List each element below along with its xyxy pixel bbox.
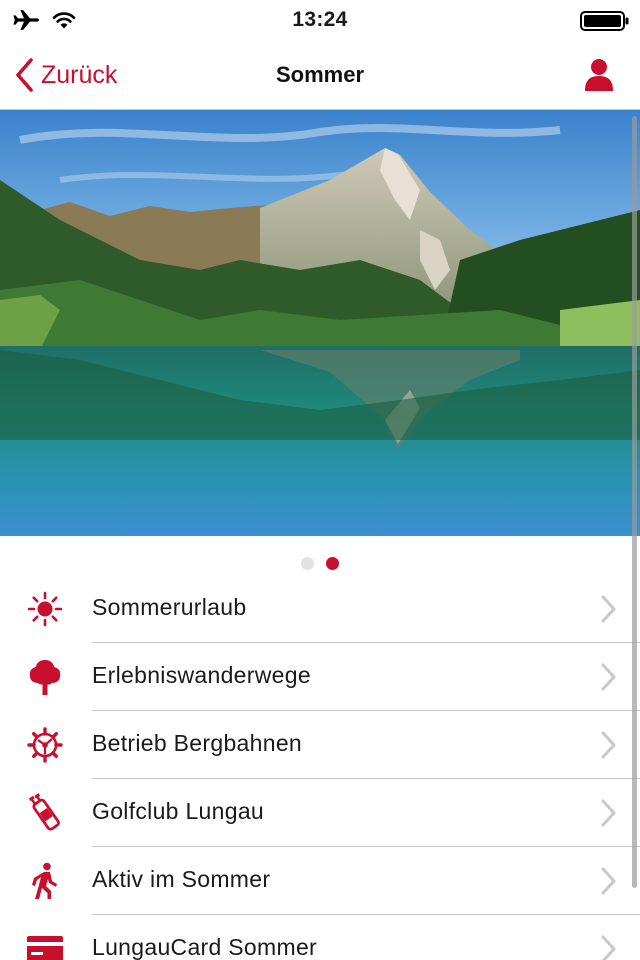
gear-icon	[24, 725, 66, 765]
menu-item-label: Erlebniswanderwege	[92, 662, 311, 688]
status-bar: 13:24	[0, 0, 640, 40]
scrollbar[interactable]	[632, 116, 637, 888]
user-icon[interactable]	[584, 58, 614, 92]
menu-item-label: LungauCard Sommer	[92, 934, 317, 960]
menu-item-label: Golfclub Lungau	[92, 798, 265, 824]
card-icon	[24, 929, 66, 960]
page-dot-2-active[interactable]	[326, 557, 339, 570]
hero-image[interactable]	[0, 110, 640, 536]
status-time: 13:24	[292, 8, 348, 31]
battery-icon	[580, 11, 629, 31]
menu-item-erlebniswanderwege[interactable]: Erlebniswanderwege	[0, 643, 640, 711]
chevron-right-icon	[601, 799, 616, 827]
page-dot-1[interactable]	[301, 557, 314, 570]
menu-item-sommerurlaub[interactable]: Sommerurlaub	[0, 575, 640, 643]
chevron-right-icon	[601, 935, 616, 960]
menu-item-label: Sommerurlaub	[92, 594, 247, 620]
navigation-bar: Zurück Sommer	[0, 40, 640, 110]
golf-bag-icon	[24, 793, 66, 833]
tree-icon	[24, 657, 66, 697]
menu-item-golfclub-lungau[interactable]: Golfclub Lungau	[0, 779, 640, 847]
mountain-lake-photo	[0, 110, 640, 536]
menu-list: Sommerurlaub Erlebniswanderwege Betrieb …	[0, 575, 640, 960]
menu-item-lungaucard-sommer[interactable]: LungauCard Sommer	[0, 915, 640, 960]
chevron-right-icon	[601, 731, 616, 759]
menu-item-aktiv-im-sommer[interactable]: Aktiv im Sommer	[0, 847, 640, 915]
menu-item-label: Aktiv im Sommer	[92, 866, 271, 892]
chevron-right-icon	[601, 867, 616, 895]
menu-item-betrieb-bergbahnen[interactable]: Betrieb Bergbahnen	[0, 711, 640, 779]
chevron-right-icon	[601, 663, 616, 691]
menu-item-label: Betrieb Bergbahnen	[92, 730, 302, 756]
page-title: Sommer	[275, 62, 365, 87]
page-indicator	[0, 557, 640, 571]
walking-person-icon	[24, 861, 66, 901]
sun-icon	[24, 589, 66, 629]
chevron-right-icon	[601, 595, 616, 623]
